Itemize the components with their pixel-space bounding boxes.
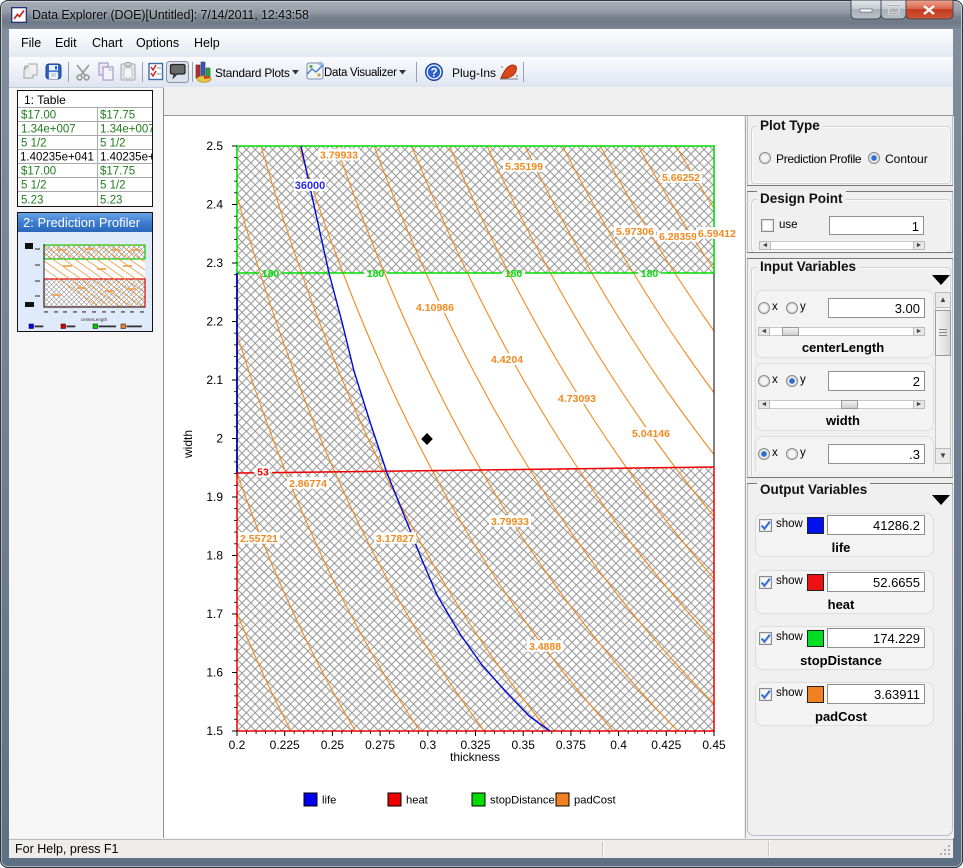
svg-text:1.34e+007: 1.34e+007	[100, 124, 152, 136]
svg-text:$17.75: $17.75	[100, 166, 135, 178]
svg-text:1.34e+007: 1.34e+007	[21, 124, 76, 136]
svg-text:1.40235e+: 1.40235e+	[100, 152, 152, 164]
svg-text:5.23: 5.23	[21, 195, 43, 207]
svg-text:$17.00: $17.00	[21, 166, 56, 178]
svg-text:5 1/2: 5 1/2	[100, 180, 126, 192]
svg-text:5 1/2: 5 1/2	[21, 180, 47, 192]
svg-text:5 1/2: 5 1/2	[100, 138, 126, 150]
svg-text:$17.00: $17.00	[21, 110, 56, 122]
svg-text:5.23: 5.23	[100, 195, 122, 207]
svg-text:centerLength: centerLength	[81, 317, 108, 322]
svg-text:1.40235e+041: 1.40235e+041	[20, 152, 94, 164]
svg-text:5 1/2: 5 1/2	[21, 138, 47, 150]
svg-text:$17.75: $17.75	[100, 110, 135, 122]
svg-text:?: ?	[430, 68, 437, 80]
